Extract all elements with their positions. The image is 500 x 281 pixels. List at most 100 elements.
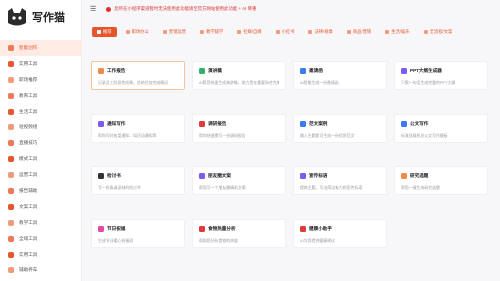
card-title: 调研报告 xyxy=(208,120,227,126)
sidebar-item[interactable]: 报告辅助 xyxy=(0,183,82,199)
tab[interactable]: 商品/营销 xyxy=(342,27,376,37)
tab-label: 商品/营销 xyxy=(352,29,372,34)
tab-icon xyxy=(423,30,428,34)
sidebar-item[interactable]: 辅助养车 xyxy=(0,262,82,278)
notice-text: 您所在小程序渠道暂时无法使用此功能请至官方网站使用此功能 + AI 降重 xyxy=(114,6,257,11)
nav-icon xyxy=(8,76,14,83)
tool-card[interactable]: 检讨书 写一份真诚深刻的检讨书 xyxy=(91,166,185,195)
nav-icon xyxy=(8,140,14,147)
sidebar-item[interactable]: 运营工具 xyxy=(0,167,82,183)
sidebar-item[interactable]: 教学工具 xyxy=(0,215,82,231)
card-title: 演讲稿 xyxy=(208,68,222,73)
tool-icon xyxy=(401,120,407,127)
tool-card[interactable]: 研究选题帮您一键生成研究选题 xyxy=(394,166,488,195)
tab[interactable]: 推荐 xyxy=(92,27,117,37)
tab-label: 教学辅学 xyxy=(205,29,224,34)
tab[interactable]: 职场办公 xyxy=(121,27,154,37)
card-title-row: 检讨书 xyxy=(98,173,178,179)
sidebar-item[interactable]: 智能创作 xyxy=(0,40,82,56)
nav-icon xyxy=(8,219,14,226)
sidebar-item[interactable]: 直播技巧 xyxy=(0,135,82,151)
tab-label: 职场办公 xyxy=(131,29,149,34)
tab[interactable]: 小红书 xyxy=(271,27,300,37)
sidebar-item[interactable]: 实用工具 xyxy=(0,247,82,263)
tool-card[interactable]: 公文写作 标准党政机关公文写作模板 xyxy=(394,113,488,143)
card-description: 帮助您分析食物的热量 xyxy=(199,237,238,243)
hamburger-menu-icon[interactable]: ☰ xyxy=(90,5,96,13)
sidebar-item[interactable]: 模式工具 xyxy=(0,151,82,167)
card-title-row: 研究选题 xyxy=(401,173,481,179)
nav-icon xyxy=(8,92,14,99)
tool-card[interactable]: 朋友圈文案 帮您写一个朋友圈精彩文案 xyxy=(192,166,286,195)
card-title-row: 健康小助手 xyxy=(300,225,380,232)
nav-icon xyxy=(8,203,14,210)
card-title-row: 范文案例 xyxy=(300,120,380,127)
card-description: 输入主题即可生成一份优质范文 xyxy=(300,132,355,138)
sidebar-item[interactable]: 全域工具 xyxy=(0,231,82,247)
sidebar-item-label: 实用工具 xyxy=(19,251,38,257)
card-title: 工作报告 xyxy=(107,68,126,73)
sidebar-item-label: 报告辅助 xyxy=(19,187,38,193)
tool-card[interactable]: 范文案例输入主题即可生成一份优质范文 xyxy=(293,113,387,143)
tool-card[interactable]: 宣传标语 提炼主题，写出简洁有力的宣传标语 xyxy=(293,166,387,195)
sidebar-item[interactable]: 文案工具 xyxy=(0,199,82,215)
card-title-row: 朋友圈文案 xyxy=(199,173,279,179)
tool-card[interactable]: 健康小助手 AI为您提供健康建议 xyxy=(293,218,387,248)
cat-logo-icon xyxy=(8,8,26,26)
card-description: 帮你快速撰写一份调研报告 xyxy=(199,132,246,138)
sidebar-item[interactable]: 教育工具 xyxy=(0,88,82,104)
tab[interactable]: 生活/娱乐 xyxy=(380,27,414,37)
tool-icon xyxy=(300,120,306,127)
card-description: 标准党政机关公文写作模板 xyxy=(401,132,448,138)
tab[interactable]: 营销运营 xyxy=(158,27,191,37)
tool-card[interactable]: PPT大纲生成器 只需一句话生成完整的PPT大纲 xyxy=(394,61,488,90)
nav-icon xyxy=(8,267,14,274)
sidebar-item[interactable]: 实用工具 xyxy=(0,56,82,72)
nav-icon xyxy=(8,156,14,163)
card-description: AI帮您快速生成演讲稿，助力您在重要场合完美发挥 xyxy=(199,80,279,85)
card-title-row: 节日祝福 xyxy=(98,225,178,232)
card-title: 健康小助手 xyxy=(309,225,332,231)
logo[interactable]: 写作猫 xyxy=(0,0,81,34)
card-title: 检讨书 xyxy=(107,173,121,178)
top-bar: ☰ 您所在小程序渠道暂时无法使用此功能请至官方网站使用此功能 + AI 降重 xyxy=(82,0,500,18)
tool-icon xyxy=(98,68,104,74)
tool-card[interactable]: 食物热量分析 帮助您分析食物的热量 xyxy=(192,218,286,248)
nav-icon xyxy=(8,44,14,51)
sidebar-item-label: 运营工具 xyxy=(19,172,38,178)
tab[interactable]: 全流程/文案 xyxy=(419,27,458,37)
tool-card[interactable]: 演讲稿 AI帮您快速生成演讲稿，助力您在重要场合完美发挥 xyxy=(192,61,286,90)
tab-label: 营销运营 xyxy=(168,29,186,34)
tab[interactable]: 法律/规章 xyxy=(303,27,337,37)
sidebar-item[interactable]: 职场推荐 xyxy=(0,72,82,88)
tool-card[interactable]: 调研报告帮你快速撰写一份调研报告 xyxy=(192,113,286,143)
card-title-row: 邀请函 xyxy=(300,68,380,74)
tool-icon xyxy=(98,173,104,179)
tab-icon xyxy=(346,30,351,34)
tab[interactable]: 社媒/自媒 xyxy=(232,27,266,37)
sidebar-item-label: 智能创作 xyxy=(19,44,38,50)
tool-card[interactable]: 邀请函 AI智能生成一份邀请函 xyxy=(293,61,387,90)
tool-card[interactable]: 工作报告 记录员工阶段性成果，总结任务完成情况 xyxy=(91,61,185,90)
card-description: 帮你写好各类通知，如活动通知等 xyxy=(98,132,157,138)
tab-label: 生活/娱乐 xyxy=(391,29,410,34)
tool-icon xyxy=(98,120,104,127)
tab-icon xyxy=(275,30,280,34)
sidebar-item[interactable]: 生活工具 xyxy=(0,104,82,120)
sidebar-item[interactable]: 短视频组 xyxy=(0,119,82,135)
card-title: 朋友圈文案 xyxy=(208,173,231,178)
sidebar-item-label: 教学工具 xyxy=(19,219,38,225)
tool-icon xyxy=(300,173,306,179)
sidebar-item-label: 实用工具 xyxy=(19,60,38,66)
card-description: 帮您一键生成研究选题 xyxy=(401,185,440,190)
sidebar-item-label: 生活工具 xyxy=(19,108,38,114)
sidebar-item-label: 职场推荐 xyxy=(19,76,38,82)
tool-card[interactable]: 节日祝福生成节日暖心祝福语 xyxy=(91,218,185,248)
card-description: 生成节日暖心祝福语 xyxy=(98,237,134,243)
tab[interactable]: 教学辅学 xyxy=(195,27,228,37)
nav-icon xyxy=(8,251,14,258)
nav-icon xyxy=(8,187,14,194)
tool-card[interactable]: 通知写作 帮你写好各类通知，如活动通知等 xyxy=(91,113,185,143)
card-title-row: 调研报告 xyxy=(199,120,279,127)
sidebar-nav: 智能创作 实用工具 职场推荐 教育工具 生活工具 短视频组 直播技巧 模式工具 … xyxy=(0,40,82,278)
